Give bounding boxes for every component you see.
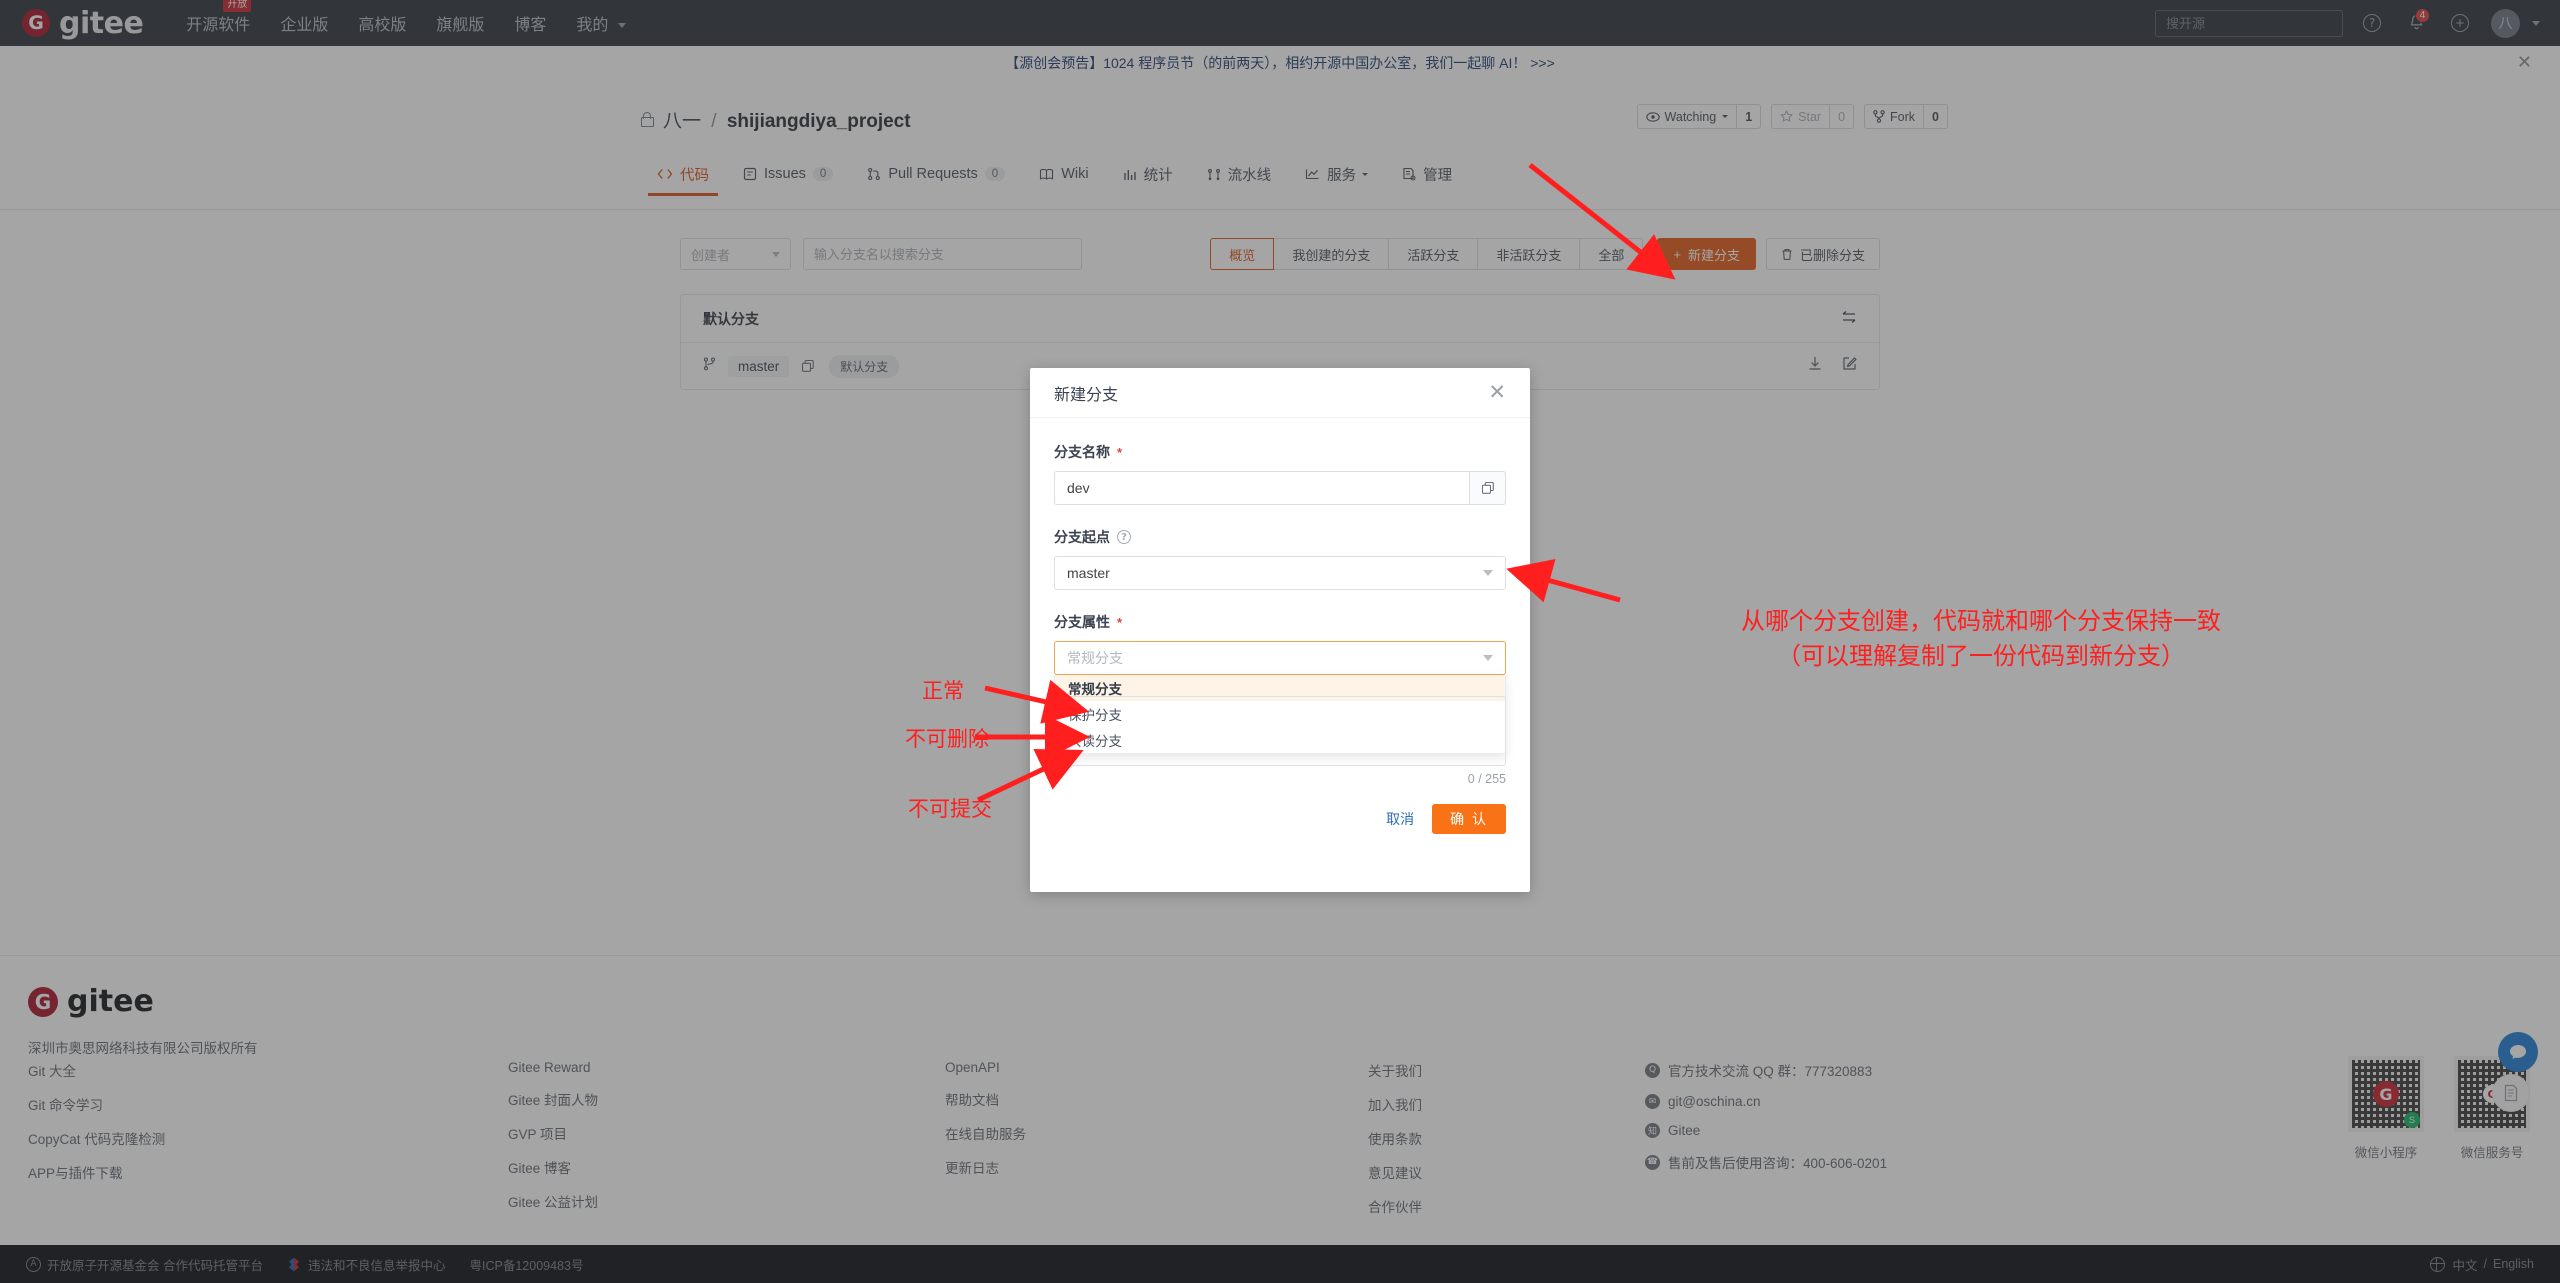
annotation-no-commit: 不可提交 xyxy=(908,795,992,825)
annotation-text: （可以理解复制了一份代码到新分支） xyxy=(1777,642,2185,670)
annotation-text: 从哪个分支创建，代码就和哪个分支保持一致 xyxy=(1741,608,2221,635)
annotation-no-delete: 不可删除 xyxy=(905,725,989,755)
annotation-text: 不可删除 xyxy=(905,728,989,751)
arrow-to-new-branch xyxy=(1528,163,1676,280)
page-root: G gitee 开源软件 开放 企业版 高校版 旗舰版 博客 我的 搜开源 ? … xyxy=(0,0,2560,1283)
annotation-normal: 正常 xyxy=(922,677,964,707)
arrow-to-branch-start xyxy=(1506,558,1621,603)
arrow-to-regular-branch xyxy=(984,679,1090,724)
annotation-text: 正常 xyxy=(922,680,964,703)
annotation-text: 不可提交 xyxy=(908,798,992,821)
annotation-branch-start-note: 从哪个分支创建，代码就和哪个分支保持一致 （可以理解复制了一份代码到新分支） xyxy=(1676,605,2286,675)
